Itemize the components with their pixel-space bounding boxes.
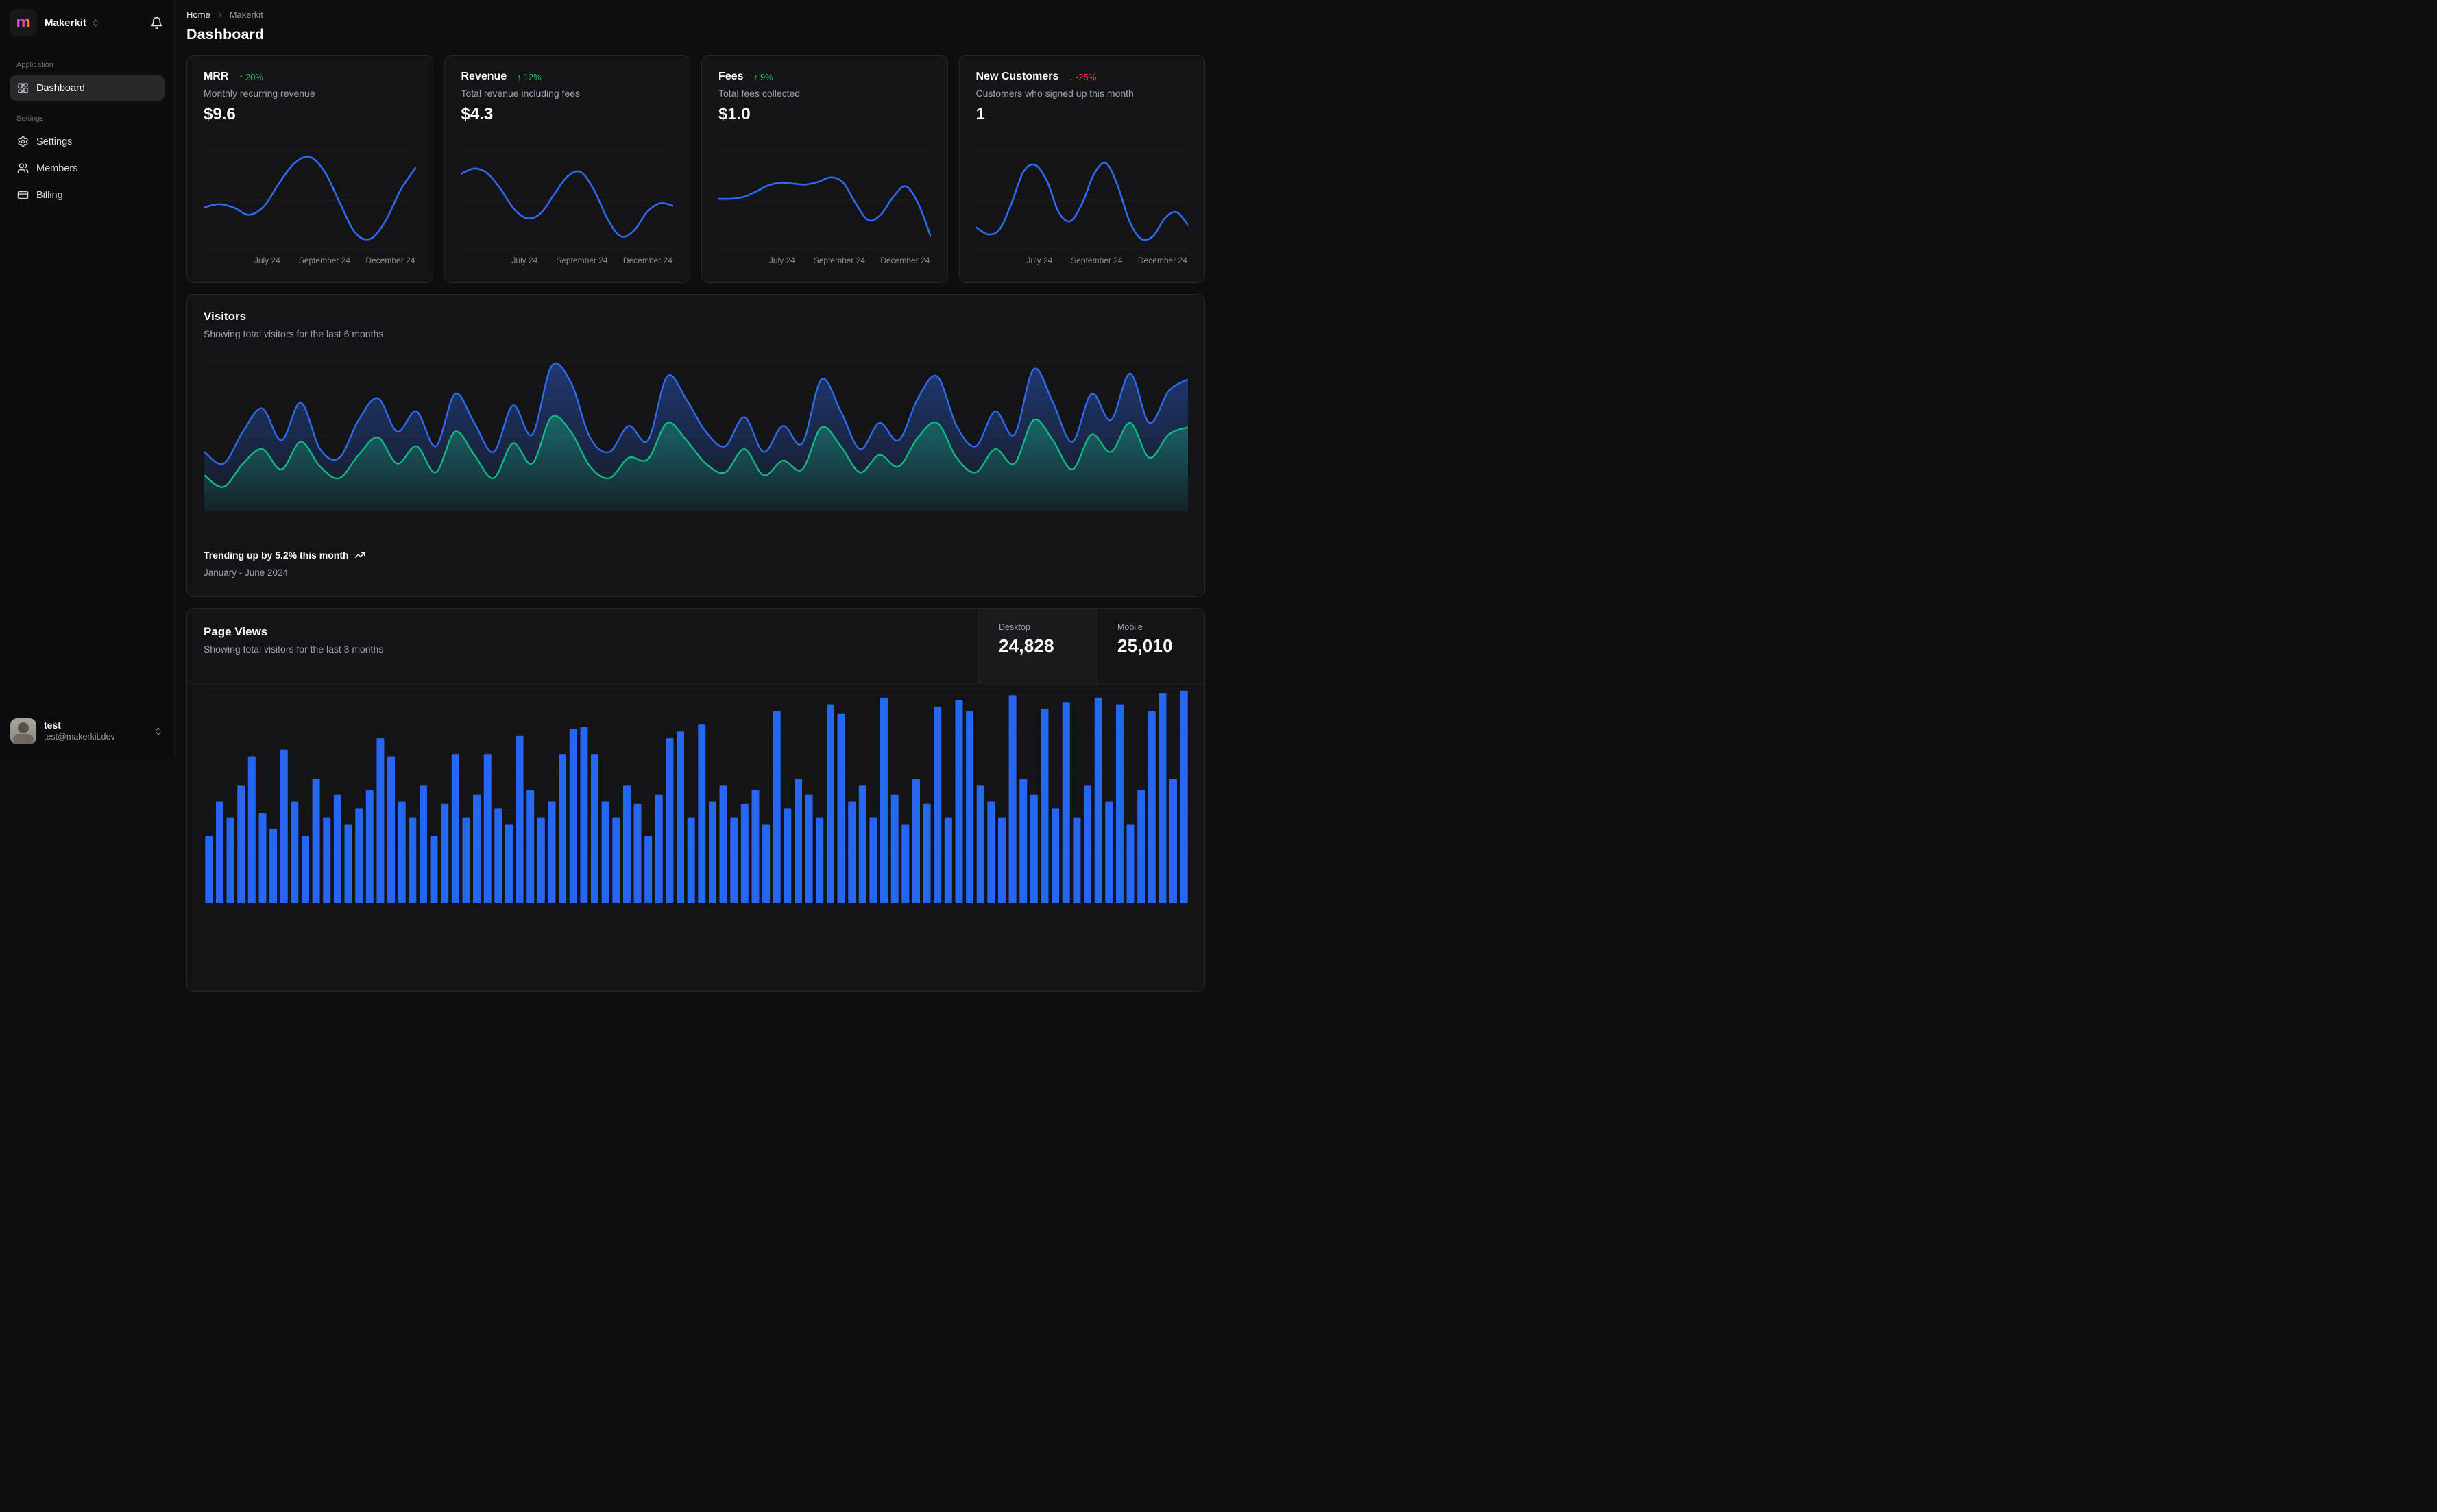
- stat-value: $9.6: [204, 105, 236, 123]
- arrow-up-icon: ↑: [753, 71, 758, 82]
- x-tick: September 24: [556, 256, 608, 265]
- members-icon: [17, 162, 29, 174]
- visitors-title: Visitors: [204, 310, 247, 323]
- x-axis-labels: July 24 September 24 December 24: [976, 256, 1189, 267]
- breadcrumb-current: Makerkit: [229, 10, 263, 20]
- visitors-area-chart: [204, 358, 1188, 511]
- x-axis-labels: July 24 September 24 December 24: [718, 256, 931, 267]
- sidebar-section-application: Application: [16, 61, 53, 69]
- page-views-card: Page Views Showing total visitors for th…: [186, 608, 1205, 992]
- sparkline-chart: [461, 150, 673, 250]
- visitors-subtitle: Showing total visitors for the last 6 mo…: [204, 328, 384, 339]
- chevrons-up-down-icon[interactable]: [154, 727, 163, 736]
- trending-up-icon: [354, 550, 365, 561]
- stat-card-new-customers: New Customers ↓ -25% Customers who signed…: [958, 55, 1205, 283]
- chevron-right-icon: [216, 11, 224, 19]
- arrow-down-icon: ↓: [1069, 71, 1074, 82]
- stat-title: MRR: [204, 71, 229, 82]
- team-name: Makerkit: [45, 16, 86, 29]
- billing-card-icon: [17, 189, 29, 201]
- makerkit-logo-letter: m: [16, 13, 31, 32]
- sidebar-section-settings: Settings: [16, 114, 44, 123]
- x-tick: July 24: [1026, 256, 1053, 265]
- stat-description: Customers who signed up this month: [975, 88, 1134, 99]
- x-tick: July 24: [254, 256, 280, 265]
- sidebar-nav: Application Dashboard Settings Settings …: [0, 43, 174, 209]
- x-axis-labels: July 24 September 24 December 24: [204, 256, 416, 267]
- dashboard-grid-icon: [17, 82, 29, 94]
- x-tick: December 24: [622, 256, 672, 265]
- page-title: Dashboard: [186, 26, 265, 42]
- stat-card-revenue: Revenue ↑ 12% Total revenue including fee…: [444, 55, 690, 283]
- page-views-title: Page Views: [204, 625, 268, 638]
- stat-card-mrr: MRR ↑ 20% Monthly recurring revenue $9.6 …: [186, 55, 433, 283]
- x-tick: December 24: [1137, 256, 1187, 265]
- trend-badge: ↑ 20%: [239, 71, 263, 82]
- page-views-subtitle: Showing total visitors for the last 3 mo…: [204, 644, 384, 655]
- mobile-toggle[interactable]: Mobile 25,010: [1096, 609, 1204, 683]
- sparkline-chart: [718, 150, 931, 250]
- mobile-total: 25,010: [1117, 635, 1173, 656]
- gear-icon: [17, 136, 29, 147]
- x-tick: December 24: [365, 256, 415, 265]
- sidebar-item-label: Members: [36, 162, 78, 174]
- stat-title: New Customers: [975, 71, 1059, 82]
- stat-card-fees: Fees ↑ 9% Total fees collected $1.0 July …: [701, 55, 948, 283]
- trend-badge: ↑ 12%: [517, 71, 542, 82]
- sidebar-item-settings[interactable]: Settings: [10, 129, 165, 154]
- desktop-total: 24,828: [999, 635, 1054, 656]
- visitors-footer: Trending up by 5.2% this month: [204, 550, 365, 561]
- stat-title: Revenue: [461, 71, 507, 82]
- sidebar-item-dashboard[interactable]: Dashboard: [10, 75, 165, 101]
- breadcrumb-home-link[interactable]: Home: [186, 10, 210, 20]
- stat-value: $1.0: [718, 105, 751, 123]
- desktop-label: Desktop: [999, 622, 1030, 632]
- arrow-up-icon: ↑: [517, 71, 522, 82]
- visitors-card: Visitors Showing total visitors for the …: [186, 294, 1205, 597]
- breadcrumb: Home Makerkit: [186, 10, 1205, 20]
- arrow-up-icon: ↑: [239, 71, 243, 82]
- x-axis-labels: July 24 September 24 December 24: [461, 256, 674, 267]
- trend-badge: ↑ 9%: [753, 71, 773, 82]
- mobile-label: Mobile: [1117, 622, 1143, 632]
- page-views-header: Page Views Showing total visitors for th…: [187, 609, 1204, 684]
- sparkline-chart: [204, 150, 416, 250]
- user-avatar: [10, 718, 36, 744]
- visitors-period: January - June 2024: [204, 568, 289, 578]
- stat-description: Monthly recurring revenue: [204, 88, 315, 99]
- desktop-toggle[interactable]: Desktop 24,828: [978, 609, 1096, 683]
- makerkit-logo[interactable]: m: [10, 9, 37, 36]
- stat-description: Total revenue including fees: [461, 88, 581, 99]
- x-tick: September 24: [1071, 256, 1123, 265]
- x-tick: December 24: [880, 256, 930, 265]
- stat-value: $4.3: [461, 105, 494, 123]
- sidebar-item-billing[interactable]: Billing: [10, 182, 165, 208]
- sidebar-header: m Makerkit: [0, 0, 174, 43]
- sidebar-item-label: Dashboard: [36, 82, 85, 94]
- x-tick: July 24: [768, 256, 795, 265]
- x-tick: July 24: [511, 256, 538, 265]
- stat-cards-row: MRR ↑ 20% Monthly recurring revenue $9.6 …: [186, 55, 1205, 283]
- user-name: test: [44, 720, 61, 731]
- sparkline-chart: [975, 150, 1188, 250]
- user-email: test@makerkit.dev: [44, 731, 115, 742]
- sidebar-item-label: Billing: [36, 189, 63, 201]
- stat-title: Fees: [718, 71, 744, 82]
- user-menu[interactable]: test test@makerkit.dev: [0, 708, 174, 756]
- sidebar-item-label: Settings: [36, 136, 73, 147]
- sidebar-item-members[interactable]: Members: [10, 156, 165, 181]
- trend-badge: ↓ -25%: [1069, 71, 1097, 82]
- bell-icon[interactable]: [150, 16, 163, 29]
- main-content: Home Makerkit Dashboard MRR ↑ 20% Monthly…: [175, 0, 1219, 992]
- stat-description: Total fees collected: [718, 88, 801, 99]
- stat-value: 1: [975, 105, 985, 123]
- sidebar: m Makerkit Application Dashboard Setting…: [0, 0, 175, 756]
- page-views-bar-chart: [204, 677, 1189, 903]
- chevrons-up-down-icon[interactable]: [91, 19, 100, 27]
- x-tick: September 24: [298, 256, 351, 265]
- x-tick: September 24: [813, 256, 866, 265]
